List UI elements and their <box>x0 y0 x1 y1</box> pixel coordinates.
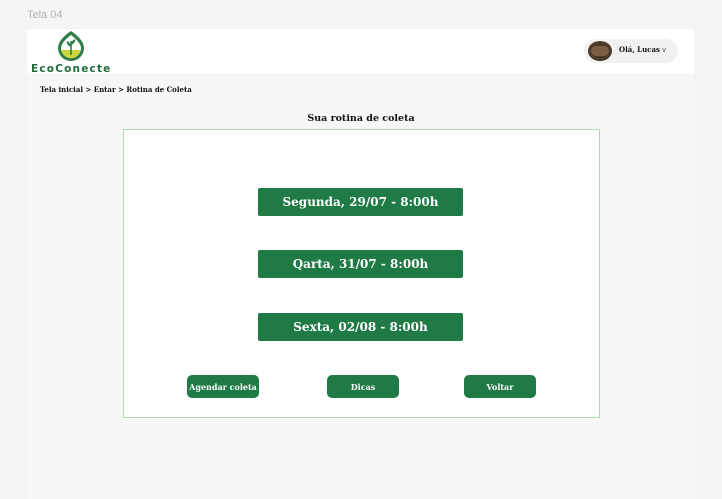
tips-button[interactable]: Dicas <box>327 375 399 398</box>
schedule-card: Segunda, 29/07 - 8:00h Qarta, 31/07 - 8:… <box>123 129 600 418</box>
user-menu[interactable]: Olá, Lucas v <box>584 39 678 63</box>
breadcrumb: Tela inicial > Entar > Rotina de Coleta <box>40 85 192 94</box>
brand-name: EcoConecte <box>31 63 112 75</box>
avatar <box>588 41 612 61</box>
user-greeting: Olá, Lucas <box>619 45 660 54</box>
ecoconecte-logo-icon[interactable] <box>55 29 87 61</box>
breadcrumb-home[interactable]: Tela inicial <box>40 85 83 94</box>
schedule-item-wednesday[interactable]: Qarta, 31/07 - 8:00h <box>258 250 463 278</box>
top-header: EcoConecte Olá, Lucas v <box>27 29 694 75</box>
breadcrumb-trail[interactable]: > Entar > Rotina de Coleta <box>83 85 191 94</box>
frame-label: Tela 04 <box>27 9 63 21</box>
app-canvas: EcoConecte Olá, Lucas v Tela inicial > E… <box>27 29 694 499</box>
page-title: Sua rotina de coleta <box>307 113 415 124</box>
chevron-down-icon[interactable]: v <box>662 46 666 54</box>
back-button[interactable]: Voltar <box>464 375 536 398</box>
schedule-item-friday[interactable]: Sexta, 02/08 - 8:00h <box>258 313 463 341</box>
schedule-item-monday[interactable]: Segunda, 29/07 - 8:00h <box>258 188 463 216</box>
schedule-pickup-button[interactable]: Agendar coleta <box>187 375 259 398</box>
